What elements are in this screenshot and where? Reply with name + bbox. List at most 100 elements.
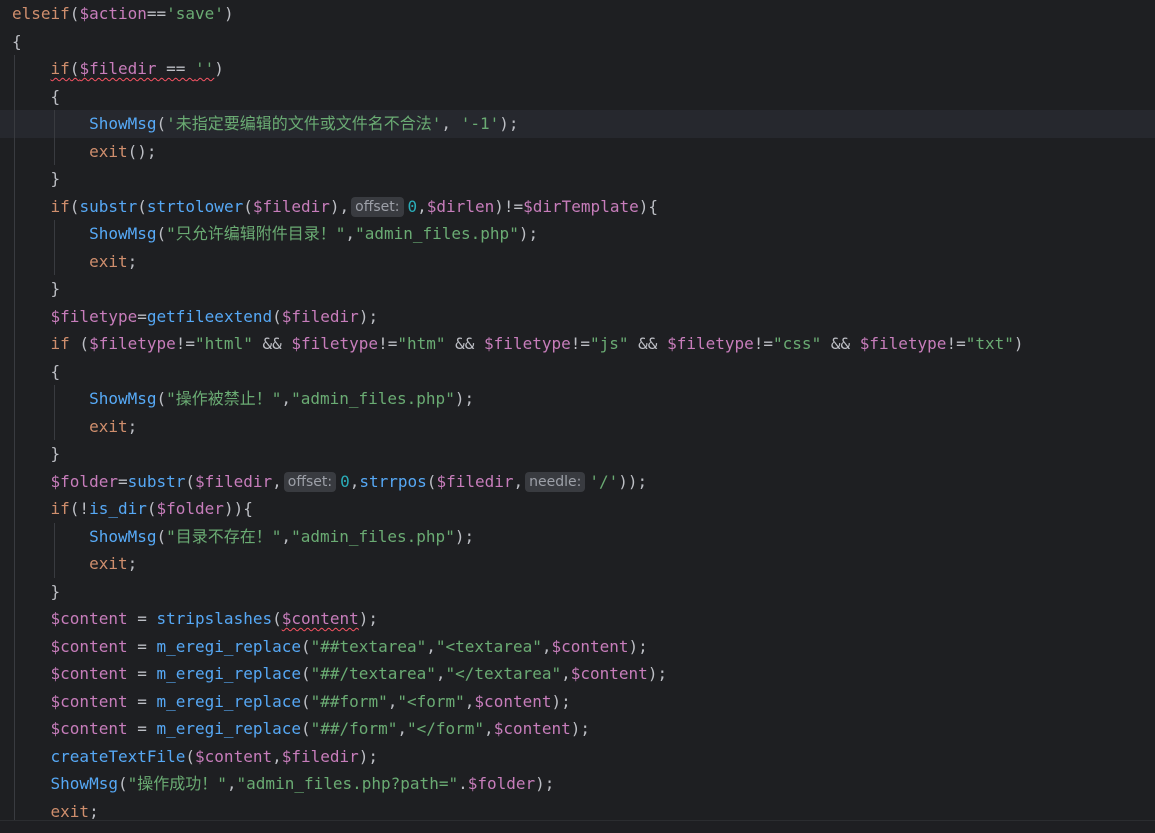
code-line[interactable]: exit; (0, 413, 1155, 441)
code-token: ); (499, 114, 519, 133)
code-line[interactable]: if(substr(strtolower($filedir), offset: 0,… (0, 193, 1155, 221)
code-token: "html" (195, 334, 253, 353)
code-editor[interactable]: elseif($action=='save'){ if($filedir == … (0, 0, 1155, 833)
code-line[interactable]: $folder=substr($filedir, offset: 0,strrpos… (0, 468, 1155, 496)
code-token: m_eregi_replace (156, 691, 302, 711)
code-line[interactable]: $content = m_eregi_replace("##textarea",… (0, 633, 1155, 661)
code-line[interactable]: $content = m_eregi_replace("##/textarea"… (0, 660, 1155, 688)
code-token: $dirTemplate (523, 196, 639, 216)
code-token: "##textarea" (310, 636, 427, 656)
code-line[interactable]: $content = m_eregi_replace("##form","<fo… (0, 688, 1155, 716)
code-token: "操作被禁止！" (166, 389, 282, 408)
code-line[interactable]: ShowMsg("操作被禁止！","admin_files.php"); (0, 385, 1155, 413)
code-token: && (445, 334, 485, 353)
code-token: is_dir (89, 499, 147, 518)
code-line[interactable]: elseif($action=='save') (0, 0, 1155, 28)
code-token: ) (214, 59, 224, 78)
code-token: , (281, 389, 292, 408)
code-token: $action (79, 4, 147, 23)
code-token: != (175, 334, 196, 353)
code-token: "##/form" (310, 719, 398, 738)
code-token: "admin_files.php?path=" (236, 774, 459, 793)
code-token: , (513, 471, 524, 491)
code-token: ShowMsg (89, 224, 157, 243)
code-token: ( (426, 471, 437, 491)
code-line[interactable]: ShowMsg("只允许编辑附件目录！","admin_files.php"); (0, 220, 1155, 248)
code-token: $content (195, 746, 273, 766)
code-token: ( (146, 499, 157, 518)
code-token: } (12, 444, 61, 463)
code-token: "##form" (310, 691, 388, 711)
code-line[interactable]: exit; (0, 550, 1155, 578)
code-token: (! (69, 499, 90, 518)
code-token: ( (301, 636, 311, 656)
code-token: && (252, 334, 292, 353)
code-token: ); (358, 609, 379, 628)
code-line[interactable]: ShowMsg("目录不存在！","admin_files.php"); (0, 523, 1155, 551)
code-token: { (12, 361, 61, 381)
code-token: exit (89, 416, 128, 436)
code-token: ); (570, 719, 591, 738)
code-line[interactable]: ShowMsg("操作成功！","admin_files.php?path=".… (0, 770, 1155, 798)
code-line[interactable]: createTextFile($content,$filedir); (0, 743, 1155, 771)
code-token: ShowMsg (89, 526, 157, 546)
code-token: , (441, 114, 461, 133)
code-token: , (484, 719, 494, 738)
code-token: stripslashes (156, 609, 273, 628)
code-token: = (127, 691, 157, 711)
code-token: ){ (638, 196, 658, 216)
code-token: m_eregi_replace (156, 719, 302, 738)
code-token: ( (137, 196, 147, 216)
code-line[interactable]: exit(); (0, 138, 1155, 166)
code-token: "操作成功！" (127, 774, 227, 793)
code-line[interactable]: } (0, 440, 1155, 468)
code-token: '-1' (460, 114, 500, 133)
code-token: '/' (589, 471, 619, 491)
code-token: $filetype (667, 334, 754, 353)
code-token: "admin_files.php" (355, 224, 519, 243)
code-token: ( (69, 196, 80, 216)
code-token: $filedir (79, 59, 157, 78)
code-line[interactable]: { (0, 83, 1155, 111)
code-line[interactable]: if(!is_dir($folder)){ (0, 495, 1155, 523)
code-token: substr (79, 196, 138, 216)
code-token: $content (570, 664, 648, 683)
code-line[interactable]: if($filedir == '') (0, 55, 1155, 83)
code-line[interactable]: $filetype=getfileextend($filedir); (0, 303, 1155, 331)
code-token: ( (69, 4, 80, 23)
code-token: $content (50, 636, 128, 656)
code-token: createTextFile (50, 746, 186, 766)
code-token: )!= (494, 196, 524, 216)
code-line[interactable]: ShowMsg('未指定要编辑的文件或文件名不合法', '-1'); (0, 110, 1155, 138)
code-token: ( (301, 691, 311, 711)
horizontal-scrollbar[interactable] (0, 820, 1155, 833)
code-token: = (127, 664, 157, 683)
code-line[interactable]: { (0, 28, 1155, 56)
code-line[interactable]: { (0, 358, 1155, 386)
code-line[interactable]: if ($filetype!="html" && $filetype!="htm… (0, 330, 1155, 358)
code-token: $dirlen (426, 196, 495, 216)
code-token: ; (127, 251, 138, 271)
code-line[interactable]: } (0, 165, 1155, 193)
code-line[interactable]: } (0, 578, 1155, 606)
code-token: $content (281, 609, 359, 628)
code-line[interactable]: exit; (0, 248, 1155, 276)
code-line[interactable]: } (0, 275, 1155, 303)
code-token: )); (618, 471, 648, 491)
code-token: "</textarea" (445, 664, 562, 683)
code-token: = (127, 719, 157, 738)
code-token: , (561, 664, 571, 683)
code-line[interactable]: $content = m_eregi_replace("##/form","</… (0, 715, 1155, 743)
code-token: ( (272, 306, 282, 326)
code-token: != (378, 334, 398, 353)
code-token: $filedir (436, 471, 514, 491)
code-line[interactable]: $content = stripslashes($content); (0, 605, 1155, 633)
code-token: && (628, 334, 668, 353)
